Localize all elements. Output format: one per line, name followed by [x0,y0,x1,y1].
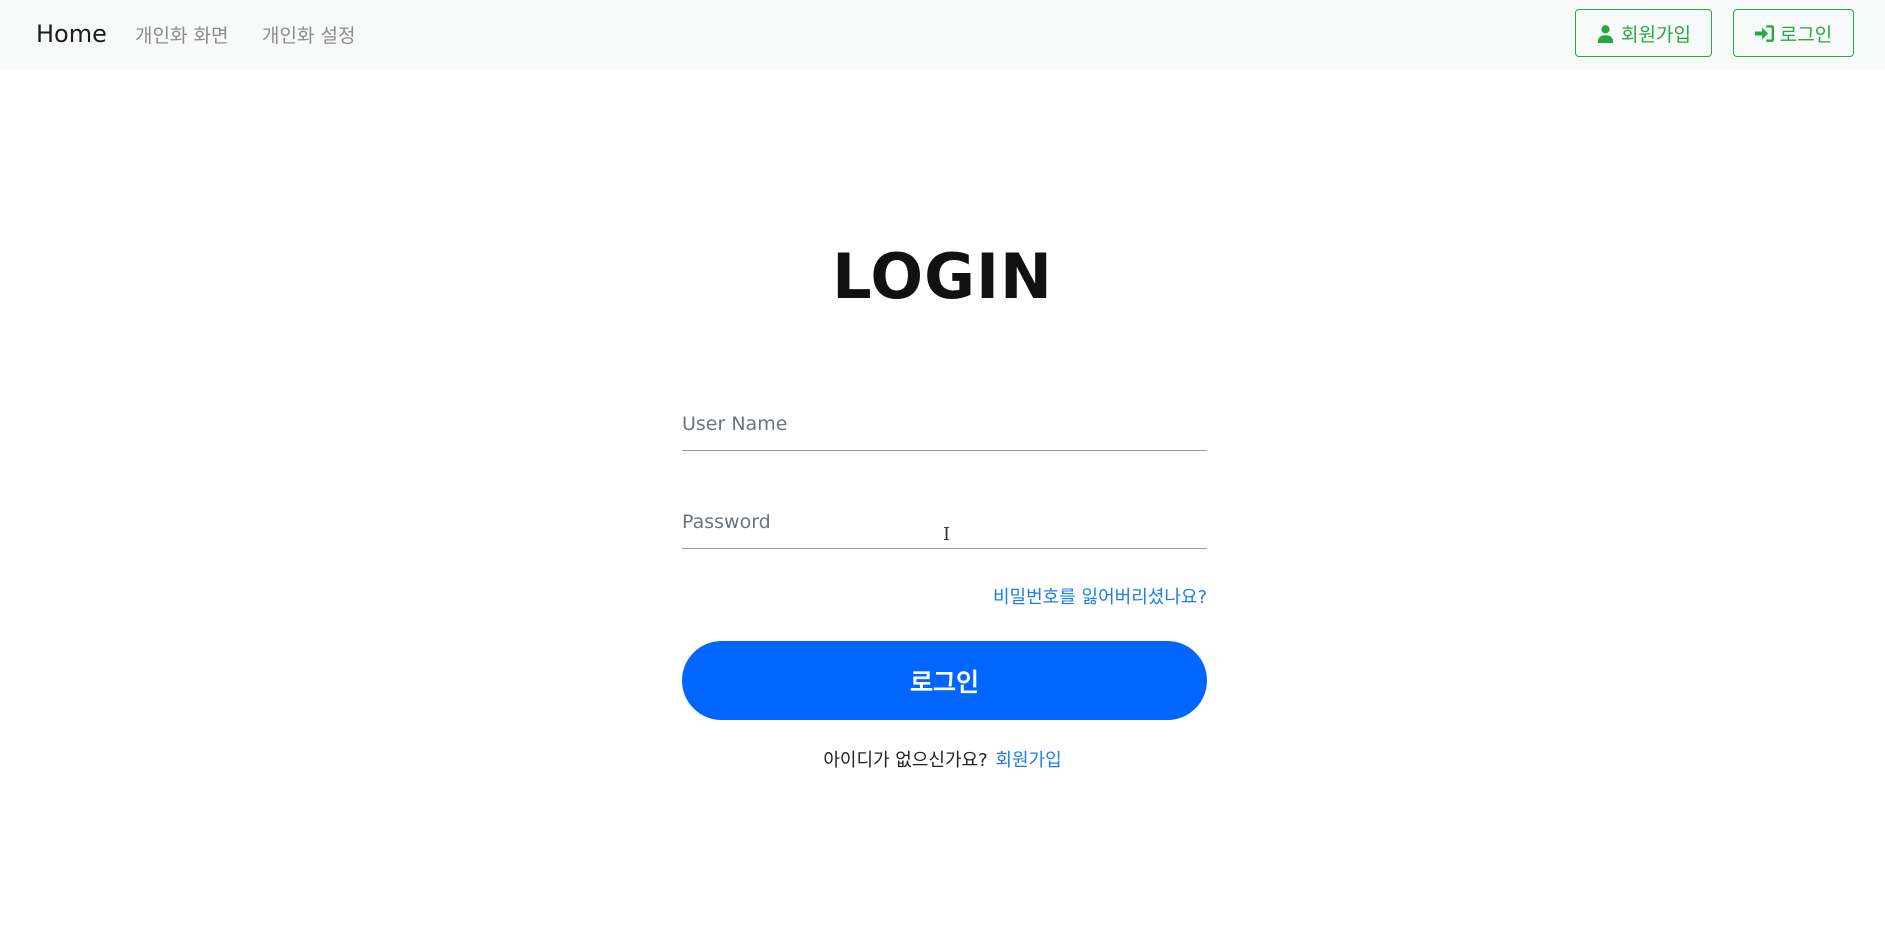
page-title: LOGIN [832,240,1053,313]
nav-login-button[interactable]: 로그인 [1733,9,1854,57]
nav-signup-button[interactable]: 회원가입 [1575,9,1712,57]
nav-signup-label: 회원가입 [1621,23,1691,46]
top-navbar: Home 개인화 화면 개인화 설정 회원가입 로그인 [0,0,1885,69]
text-cursor-icon: I [943,524,951,545]
home-link[interactable]: Home [36,20,107,48]
signup-prompt: 아이디가 없으신가요? 회원가입 [0,746,1885,772]
signup-link[interactable]: 회원가입 [995,750,1061,771]
user-icon [1597,24,1614,43]
username-field-wrapper [682,399,1207,451]
login-submit-button[interactable]: 로그인 [682,641,1207,720]
nav-link-personal-settings[interactable]: 개인화 설정 [262,21,355,48]
nav-link-personal-screen[interactable]: 개인화 화면 [135,21,228,48]
forgot-password-link[interactable]: 비밀번호를 잃어버리셨나요? [993,583,1207,609]
sign-in-icon [1754,24,1774,42]
nav-login-label: 로그인 [1779,23,1833,46]
no-account-text: 아이디가 없으신가요? [823,750,988,771]
username-input[interactable] [682,399,1207,449]
